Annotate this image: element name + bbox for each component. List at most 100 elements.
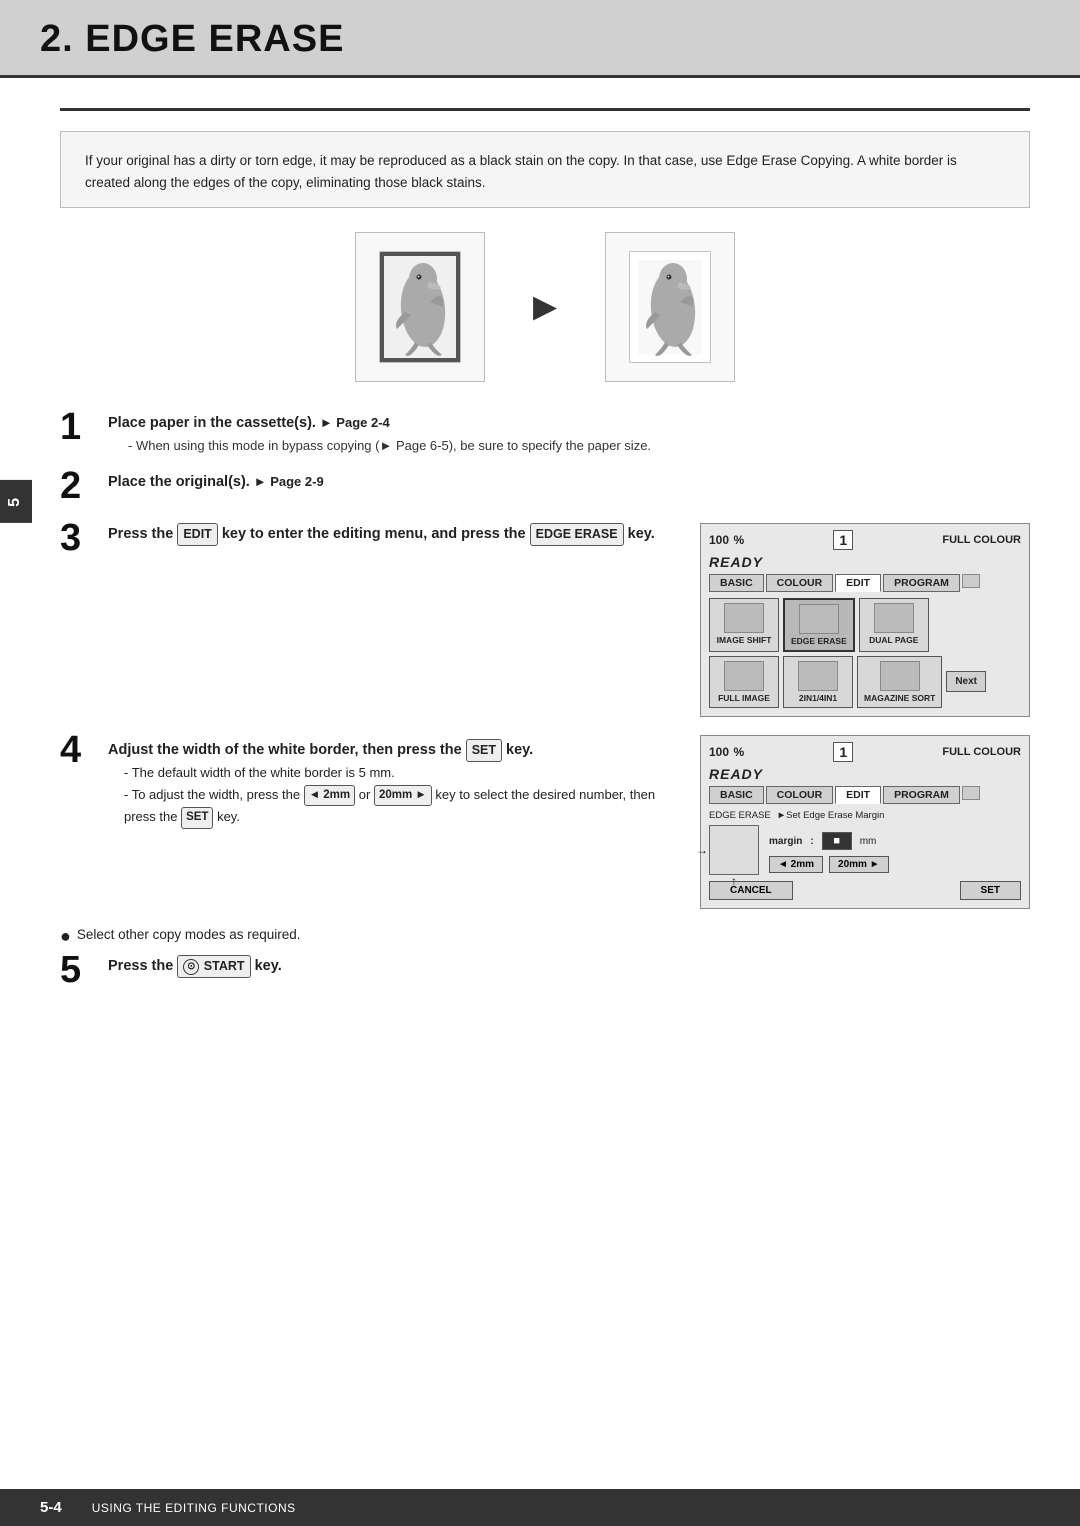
panel1-row2: FULL IMAGE 2IN1/4IN1 MAGAZINE SORT Next <box>709 656 1021 708</box>
step-4-panel: 100 % 1 FULL COLOUR READY BASIC COLOUR E… <box>700 735 1030 909</box>
20mm-button[interactable]: 20mm ► <box>829 856 889 873</box>
magazine-sort-icon <box>880 661 920 691</box>
set-key[interactable]: SET <box>466 739 502 762</box>
erase-visual: → ↑ margin : ■ mm ◄ 2mm 20mm ► <box>709 825 1021 875</box>
step-4-container: 4 Adjust the width of the white border, … <box>60 735 1030 909</box>
set-button[interactable]: SET <box>960 881 1021 900</box>
tab-extra-icon[interactable] <box>962 574 980 588</box>
2in1-4in1-btn[interactable]: 2IN1/4IN1 <box>783 656 853 708</box>
step-5-main: Press the ⊙ START key. <box>108 958 282 974</box>
step-2-ref: ► Page 2-9 <box>254 474 324 489</box>
page-header: 2. EDGE ERASE <box>0 0 1080 78</box>
main-content: If your original has a dirty or torn edg… <box>0 78 1080 1027</box>
step-1-sub: When using this mode in bypass copying (… <box>108 438 1030 453</box>
edge-erase-breadcrumb-sub: ►Set Edge Erase Margin <box>777 810 885 821</box>
diagram-area: ► <box>60 232 1030 382</box>
step-4-number: 4 <box>60 731 98 769</box>
dolphin-after <box>605 232 735 382</box>
margin-value: ■ <box>822 832 852 850</box>
start-key[interactable]: ⊙ START <box>177 955 250 978</box>
step-2-content: Place the original(s). ► Page 2-9 <box>108 471 1030 494</box>
ui-panel-2-header: 100 % 1 FULL COLOUR <box>709 742 1021 762</box>
step-5: 5 Press the ⊙ START key. <box>60 955 1030 989</box>
step-4-content: Adjust the width of the white border, th… <box>108 739 680 829</box>
step-3-panel: 100 % 1 FULL COLOUR READY BASIC COLOUR E… <box>700 523 1030 717</box>
dolphin-before-image <box>375 247 465 367</box>
panel2-colour: FULL COLOUR <box>942 746 1021 758</box>
step-2-number: 2 <box>60 467 98 505</box>
bottom-buttons: CANCEL SET <box>709 881 1021 900</box>
tab-edit[interactable]: EDIT <box>835 574 881 592</box>
step-1: 1 Place paper in the cassette(s). ► Page… <box>60 412 1030 453</box>
magazine-sort-btn[interactable]: MAGAZINE SORT <box>857 656 942 708</box>
step-3-main: Press the EDIT key to enter the editing … <box>108 526 655 542</box>
footer-page-num: 5-4 <box>40 1499 62 1516</box>
panel2-ready: READY <box>709 766 1021 782</box>
intro-text: If your original has a dirty or torn edg… <box>85 150 1005 193</box>
2mm-key[interactable]: ◄ 2mm <box>304 785 355 807</box>
panel1-colour: FULL COLOUR <box>942 534 1021 546</box>
2in1-icon <box>798 661 838 691</box>
p2-tab-extra-icon[interactable] <box>962 786 980 800</box>
step-2-main: Place the original(s). <box>108 474 250 490</box>
section-divider <box>60 108 1030 111</box>
step-4-sub: The default width of the white border is… <box>108 762 680 829</box>
margin-unit: mm <box>860 836 877 847</box>
dolphin-before <box>355 232 485 382</box>
erase-diagram: → ↑ <box>709 825 759 875</box>
step-5-content: Press the ⊙ START key. <box>108 955 1030 978</box>
panel2-tabs: BASIC COLOUR EDIT PROGRAM <box>709 786 1021 804</box>
bullet-note: ● Select other copy modes as required. <box>60 927 1030 945</box>
ui-panel-1-header: 100 % 1 FULL COLOUR <box>709 530 1021 550</box>
margin-colon: : <box>810 836 813 847</box>
step-2: 2 Place the original(s). ► Page 2-9 <box>60 471 1030 505</box>
intro-box: If your original has a dirty or torn edg… <box>60 131 1030 208</box>
next-button[interactable]: Next <box>946 671 986 692</box>
bullet-note-text: Select other copy modes as required. <box>77 927 301 942</box>
page-title: 2. EDGE ERASE <box>40 18 1040 61</box>
full-image-btn[interactable]: FULL IMAGE <box>709 656 779 708</box>
step-3-container: 3 Press the EDIT key to enter the editin… <box>60 523 1030 717</box>
edge-erase-btn[interactable]: EDGE ERASE <box>783 598 855 652</box>
dolphin-after-image <box>625 247 715 367</box>
p2-tab-basic[interactable]: BASIC <box>709 786 764 804</box>
tab-colour[interactable]: COLOUR <box>766 574 834 592</box>
2in1-label: 2IN1/4IN1 <box>790 693 846 703</box>
bullet-dot: ● <box>60 927 71 945</box>
edit-key[interactable]: EDIT <box>177 523 217 546</box>
step-4-left: 4 Adjust the width of the white border, … <box>60 735 680 847</box>
panel1-tabs: BASIC COLOUR EDIT PROGRAM <box>709 574 1021 592</box>
p2-tab-edit[interactable]: EDIT <box>835 786 881 804</box>
edge-erase-icon <box>799 604 839 634</box>
dual-page-btn[interactable]: DUAL PAGE <box>859 598 929 652</box>
page-footer: 5-4 USING THE EDITING FUNCTIONS <box>0 1489 1080 1526</box>
edge-erase-breadcrumb: EDGE ERASE <box>709 810 771 821</box>
panel1-row1: IMAGE SHIFT EDGE ERASE DUAL PAGE <box>709 598 1021 652</box>
margin-label: margin <box>769 836 802 847</box>
step-3-content: Press the EDIT key to enter the editing … <box>108 523 680 546</box>
step-3: 3 Press the EDIT key to enter the editin… <box>60 523 680 557</box>
p2-tab-colour[interactable]: COLOUR <box>766 786 834 804</box>
step-4-main: Adjust the width of the white border, th… <box>108 742 533 758</box>
full-image-label: FULL IMAGE <box>716 693 772 703</box>
step-3-number: 3 <box>60 519 98 557</box>
panel1-ready: READY <box>709 554 1021 570</box>
panel2-percent: 100 % <box>709 743 744 760</box>
tab-program[interactable]: PROGRAM <box>883 574 960 592</box>
set-key-2[interactable]: SET <box>181 807 213 829</box>
footer-text: USING THE EDITING FUNCTIONS <box>92 1501 296 1515</box>
tab-basic[interactable]: BASIC <box>709 574 764 592</box>
step-1-number: 1 <box>60 408 98 446</box>
image-shift-btn[interactable]: IMAGE SHIFT <box>709 598 779 652</box>
2mm-button[interactable]: ◄ 2mm <box>769 856 823 873</box>
step-3-left: 3 Press the EDIT key to enter the editin… <box>60 523 680 575</box>
cancel-button[interactable]: CANCEL <box>709 881 793 900</box>
magazine-sort-label: MAGAZINE SORT <box>864 693 935 703</box>
20mm-key[interactable]: 20mm ► <box>374 785 432 807</box>
ui-panel-2: 100 % 1 FULL COLOUR READY BASIC COLOUR E… <box>700 735 1030 909</box>
edge-erase-key[interactable]: EDGE ERASE <box>530 523 624 546</box>
edge-erase-label: EDGE ERASE <box>791 636 847 646</box>
p2-tab-program[interactable]: PROGRAM <box>883 786 960 804</box>
full-image-icon <box>724 661 764 691</box>
image-shift-label: IMAGE SHIFT <box>716 635 772 645</box>
